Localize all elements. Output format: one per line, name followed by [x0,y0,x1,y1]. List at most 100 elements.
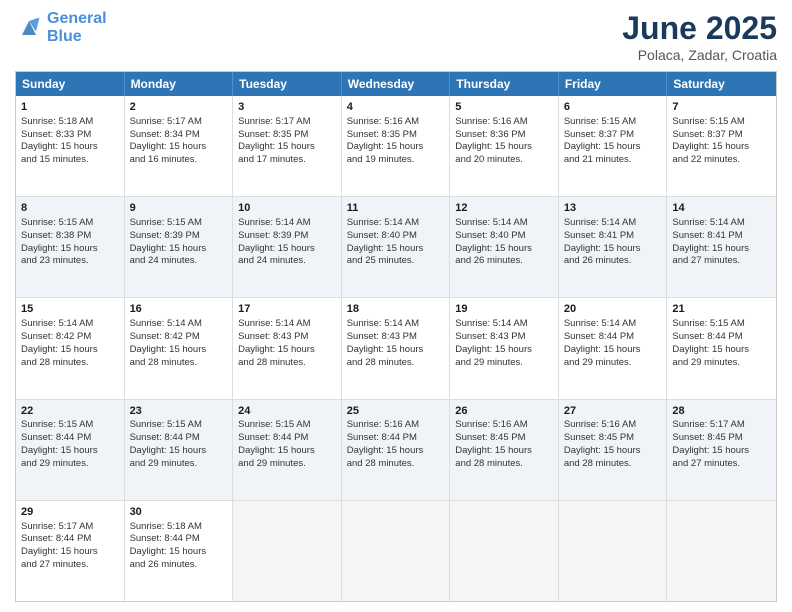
day-info-line: Daylight: 15 hours [672,141,771,154]
day-info-line: and 29 minutes. [130,458,228,471]
day-number: 21 [672,302,771,317]
day-number: 8 [21,201,119,216]
calendar-row: 8Sunrise: 5:15 AMSunset: 8:38 PMDaylight… [16,197,776,298]
day-info-line: Sunset: 8:43 PM [238,331,336,344]
day-info-line: and 15 minutes. [21,154,119,167]
day-info-line: and 28 minutes. [130,357,228,370]
day-info-line: Daylight: 15 hours [130,141,228,154]
weekday-header: Monday [125,72,234,96]
calendar-cell: 8Sunrise: 5:15 AMSunset: 8:38 PMDaylight… [16,197,125,297]
day-number: 5 [455,100,553,115]
calendar-cell [559,501,668,601]
day-info-line: Daylight: 15 hours [238,141,336,154]
day-info-line: Sunset: 8:45 PM [672,432,771,445]
calendar-cell: 19Sunrise: 5:14 AMSunset: 8:43 PMDayligh… [450,298,559,398]
day-info-line: Sunrise: 5:14 AM [347,217,445,230]
calendar-cell [233,501,342,601]
calendar-cell: 17Sunrise: 5:14 AMSunset: 8:43 PMDayligh… [233,298,342,398]
day-info-line: Sunrise: 5:14 AM [455,318,553,331]
calendar-cell: 20Sunrise: 5:14 AMSunset: 8:44 PMDayligh… [559,298,668,398]
calendar-cell: 6Sunrise: 5:15 AMSunset: 8:37 PMDaylight… [559,96,668,196]
calendar-cell: 28Sunrise: 5:17 AMSunset: 8:45 PMDayligh… [667,400,776,500]
day-info-line: Daylight: 15 hours [455,243,553,256]
calendar-cell: 2Sunrise: 5:17 AMSunset: 8:34 PMDaylight… [125,96,234,196]
calendar-cell [342,501,451,601]
day-info-line: and 29 minutes. [21,458,119,471]
day-info-line: Daylight: 15 hours [130,344,228,357]
day-info-line: Daylight: 15 hours [130,243,228,256]
day-info-line: Daylight: 15 hours [21,141,119,154]
calendar-cell: 29Sunrise: 5:17 AMSunset: 8:44 PMDayligh… [16,501,125,601]
day-info-line: and 29 minutes. [238,458,336,471]
day-info-line: and 20 minutes. [455,154,553,167]
day-info-line: Daylight: 15 hours [21,344,119,357]
day-number: 28 [672,404,771,419]
calendar-cell: 26Sunrise: 5:16 AMSunset: 8:45 PMDayligh… [450,400,559,500]
day-info-line: Sunrise: 5:16 AM [455,116,553,129]
day-info-line: Daylight: 15 hours [455,445,553,458]
day-info-line: Daylight: 15 hours [455,141,553,154]
day-info-line: Sunrise: 5:16 AM [564,419,662,432]
day-info-line: Sunrise: 5:15 AM [672,116,771,129]
day-info-line: Sunrise: 5:14 AM [564,217,662,230]
day-info-line: Sunrise: 5:17 AM [238,116,336,129]
day-info-line: Sunset: 8:40 PM [347,230,445,243]
day-number: 6 [564,100,662,115]
day-info-line: Sunset: 8:43 PM [347,331,445,344]
day-number: 11 [347,201,445,216]
day-info-line: Sunset: 8:44 PM [21,533,119,546]
calendar-cell: 24Sunrise: 5:15 AMSunset: 8:44 PMDayligh… [233,400,342,500]
day-info-line: and 16 minutes. [130,154,228,167]
day-number: 25 [347,404,445,419]
calendar-cell: 21Sunrise: 5:15 AMSunset: 8:44 PMDayligh… [667,298,776,398]
day-info-line: Sunrise: 5:15 AM [21,217,119,230]
day-info-line: Sunset: 8:39 PM [130,230,228,243]
day-number: 27 [564,404,662,419]
page: General Blue June 2025 Polaca, Zadar, Cr… [0,0,792,612]
day-info-line: Sunrise: 5:14 AM [347,318,445,331]
main-title: June 2025 [622,10,777,47]
day-info-line: and 17 minutes. [238,154,336,167]
day-number: 20 [564,302,662,317]
day-info-line: Sunrise: 5:15 AM [130,217,228,230]
day-info-line: Sunset: 8:45 PM [564,432,662,445]
calendar-cell: 10Sunrise: 5:14 AMSunset: 8:39 PMDayligh… [233,197,342,297]
logo-line2: Blue [47,28,82,45]
logo: General Blue [15,10,107,45]
day-info-line: Sunset: 8:45 PM [455,432,553,445]
day-info-line: Sunset: 8:40 PM [455,230,553,243]
day-info-line: Sunrise: 5:14 AM [455,217,553,230]
weekday-header: Friday [559,72,668,96]
day-info-line: Sunrise: 5:14 AM [21,318,119,331]
day-number: 22 [21,404,119,419]
day-info-line: Sunset: 8:33 PM [21,129,119,142]
day-info-line: Daylight: 15 hours [455,344,553,357]
day-info-line: and 26 minutes. [455,255,553,268]
day-number: 12 [455,201,553,216]
calendar-cell: 12Sunrise: 5:14 AMSunset: 8:40 PMDayligh… [450,197,559,297]
day-info-line: and 23 minutes. [21,255,119,268]
day-info-line: Daylight: 15 hours [21,243,119,256]
day-info-line: and 25 minutes. [347,255,445,268]
day-number: 19 [455,302,553,317]
calendar-cell: 15Sunrise: 5:14 AMSunset: 8:42 PMDayligh… [16,298,125,398]
day-info-line: Daylight: 15 hours [238,445,336,458]
day-info-line: Sunset: 8:44 PM [564,331,662,344]
day-number: 23 [130,404,228,419]
weekday-header: Saturday [667,72,776,96]
day-info-line: and 28 minutes. [455,458,553,471]
day-info-line: Daylight: 15 hours [672,445,771,458]
day-info-line: Sunset: 8:43 PM [455,331,553,344]
day-info-line: and 27 minutes. [21,559,119,572]
day-info-line: Daylight: 15 hours [130,445,228,458]
day-info-line: and 28 minutes. [347,458,445,471]
day-info-line: and 26 minutes. [564,255,662,268]
day-number: 1 [21,100,119,115]
day-info-line: and 24 minutes. [130,255,228,268]
calendar-cell: 4Sunrise: 5:16 AMSunset: 8:35 PMDaylight… [342,96,451,196]
day-info-line: Sunset: 8:35 PM [347,129,445,142]
day-info-line: and 29 minutes. [672,357,771,370]
day-info-line: and 21 minutes. [564,154,662,167]
day-info-line: Sunrise: 5:15 AM [238,419,336,432]
day-info-line: and 28 minutes. [21,357,119,370]
